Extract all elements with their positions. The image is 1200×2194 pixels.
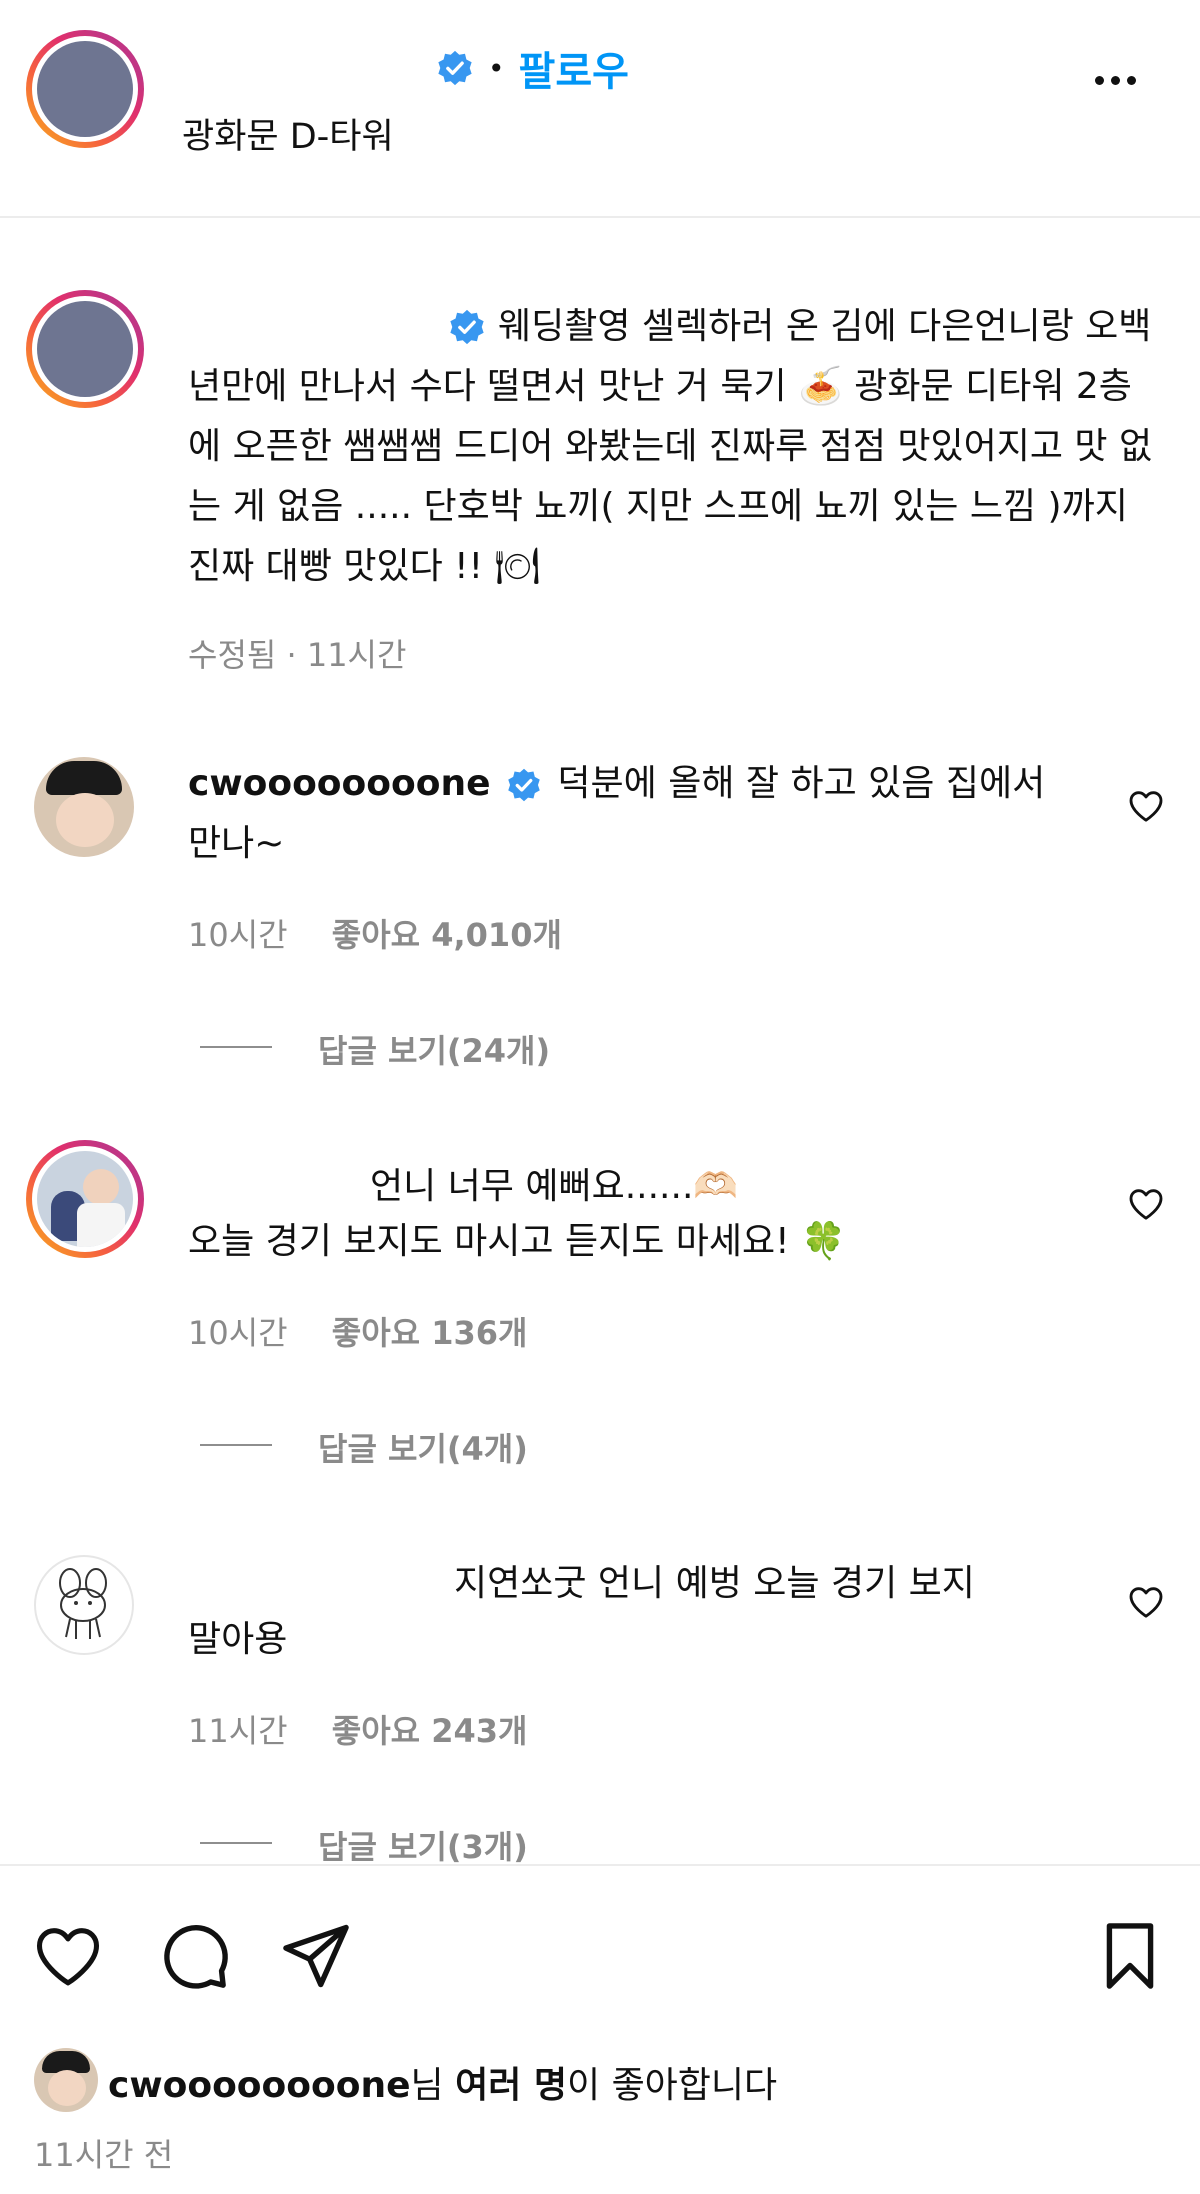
post-caption: 웨딩촬영 셀렉하러 온 김에 다은언니랑 오백년만에 만나서 수다 떨면서 맛난…	[188, 306, 1153, 587]
verified-badge-icon	[506, 767, 542, 803]
liked-by-username[interactable]: cwoooooooone	[108, 2065, 411, 2106]
comment-likes[interactable]: 좋아요 243개	[332, 1712, 528, 1750]
comment-meta: 10시간 좋아요 136개	[188, 1308, 527, 1354]
like-heart-icon[interactable]	[30, 1918, 106, 1998]
comment-username[interactable]: cwoooooooone	[188, 763, 491, 804]
comment-time: 10시간	[188, 1314, 288, 1352]
comment-likes[interactable]: 좋아요 4,010개	[332, 916, 562, 954]
caption-author-avatar[interactable]	[26, 290, 144, 408]
liked-by-summary: cwoooooooone님 여러 명이 좋아합니다	[108, 2056, 777, 2108]
bunny-drawing-icon	[59, 1568, 107, 1639]
comment-like-heart-icon[interactable]	[1126, 1184, 1166, 1224]
author-avatar[interactable]	[26, 30, 144, 148]
comment-like-heart-icon[interactable]	[1126, 786, 1166, 826]
save-bookmark-icon[interactable]	[1092, 1918, 1168, 1998]
comment-2-line2: 오늘 경기 보지도 마시고 듣지도 마세요! 🍀	[188, 1221, 846, 1262]
comment-2-line1: 언니 너무 예뻐요......🫶🏻	[370, 1166, 739, 1207]
comment-meta: 11시간 좋아요 243개	[188, 1706, 527, 1752]
location-label[interactable]: 광화문 D-타워	[182, 108, 394, 159]
comment-3-line1: 지연쏘굿 언니 예벙 오늘 경기 보지	[454, 1563, 975, 1604]
header-title-row: • 팔로우	[436, 40, 629, 96]
header-separator: •	[488, 51, 505, 85]
comment-avatar[interactable]	[26, 1140, 144, 1258]
verified-badge-icon	[436, 49, 474, 87]
comment-time: 11시간	[188, 1712, 288, 1750]
comment-like-heart-icon[interactable]	[1126, 1582, 1166, 1622]
comment-time: 10시간	[188, 916, 288, 954]
comment-avatar[interactable]	[34, 757, 134, 857]
reply-divider	[200, 1842, 272, 1844]
liked-by-tail: 이 좋아합니다	[567, 2065, 778, 2106]
comment-1-body: cwoooooooone 덕분에 올해 잘 하고 있음 집에서 만나~	[188, 754, 1088, 874]
comment-3-line2: 말아용	[188, 1619, 288, 1660]
share-send-icon[interactable]	[278, 1918, 354, 1998]
view-replies-button[interactable]: 답글 보기(3개)	[318, 1822, 528, 1868]
comment-bubble-icon[interactable]	[156, 1918, 232, 1998]
view-replies-button[interactable]: 답글 보기(4개)	[318, 1424, 528, 1470]
post-timestamp: 11시간 전	[34, 2136, 174, 2174]
post-meta: 수정됨 · 11시간	[188, 636, 407, 674]
comment-avatar[interactable]	[34, 1555, 134, 1655]
header-divider	[0, 216, 1200, 218]
comment-likes[interactable]: 좋아요 136개	[332, 1314, 528, 1352]
follow-button[interactable]: 팔로우	[519, 39, 629, 97]
action-bar-divider	[0, 1864, 1200, 1866]
comment-meta: 10시간 좋아요 4,010개	[188, 910, 562, 956]
reply-divider	[200, 1046, 272, 1048]
liked-by-suffix: 님	[410, 2065, 456, 2106]
liked-by-others[interactable]: 여러 명	[455, 2065, 567, 2106]
view-replies-button[interactable]: 답글 보기(24개)	[318, 1026, 550, 1072]
reply-divider	[200, 1444, 272, 1446]
more-options-icon[interactable]	[1095, 76, 1136, 85]
liked-by-avatar[interactable]	[34, 2048, 98, 2112]
